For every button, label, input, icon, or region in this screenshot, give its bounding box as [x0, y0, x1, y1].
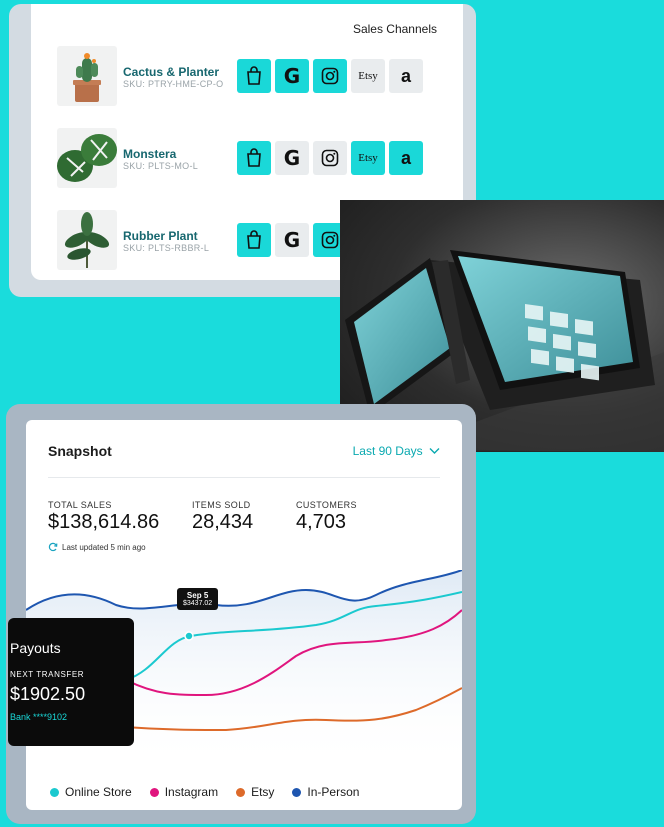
- last-updated: Last updated 5 min ago: [48, 542, 146, 552]
- legend-label: In-Person: [307, 785, 360, 799]
- product-row-cactus[interactable]: Cactus & Planter SKU: PTRY-HME-CP-O G Et…: [57, 46, 457, 108]
- bank-account: Bank ****9102: [10, 712, 68, 722]
- etsy-icon[interactable]: Etsy: [351, 141, 385, 175]
- instagram-dot: [149, 787, 159, 797]
- legend-label: Etsy: [251, 785, 275, 799]
- legend-label: Instagram: [164, 785, 219, 799]
- product-name[interactable]: Monstera: [123, 147, 176, 161]
- items-sold-label: ITEMS SOLD: [192, 500, 251, 510]
- tooltip-date: Sep 5: [186, 591, 209, 600]
- product-sku: SKU: PLTS-RBBR-L: [123, 243, 210, 253]
- in-person-dot: [292, 787, 302, 797]
- cactus-thumbnail: [57, 46, 117, 106]
- legend-item-in-person[interactable]: In-Person: [292, 785, 359, 799]
- snapshot-title: Snapshot: [48, 443, 112, 459]
- date-range-label: Last 90 Days: [352, 444, 423, 458]
- google-icon[interactable]: G: [275, 223, 309, 257]
- product-sku: SKU: PTRY-HME-CP-O: [123, 79, 224, 89]
- total-sales-label: TOTAL SALES: [48, 500, 112, 510]
- instagram-icon[interactable]: [313, 141, 347, 175]
- refresh-icon: [48, 542, 58, 552]
- legend-item-online-store[interactable]: Online Store: [50, 785, 132, 799]
- shopping-bag-icon[interactable]: [237, 223, 271, 257]
- snapshot-card: Snapshot Last 90 Days TOTAL SALES $138,6…: [6, 404, 476, 824]
- amazon-icon[interactable]: a: [389, 59, 423, 93]
- shopping-bag-icon[interactable]: [237, 59, 271, 93]
- product-name[interactable]: Rubber Plant: [123, 229, 198, 243]
- customers-value: 4,703: [296, 511, 347, 533]
- legend-item-etsy[interactable]: Etsy: [236, 785, 274, 799]
- google-icon[interactable]: G: [275, 141, 309, 175]
- legend-item-instagram[interactable]: Instagram: [149, 785, 219, 799]
- etsy-icon[interactable]: Etsy: [351, 59, 385, 93]
- sales-channels-title: Sales Channels: [352, 22, 437, 36]
- tooltip-value: $3437.02: [183, 600, 213, 607]
- chart-tooltip: Sep 5 $3437.02: [177, 588, 219, 610]
- online-store-dot: [50, 787, 59, 797]
- amazon-icon[interactable]: a: [389, 141, 423, 175]
- snapshot-panel: Snapshot Last 90 Days TOTAL SALES $138,6…: [26, 420, 462, 810]
- rubber-plant-thumbnail: [57, 210, 117, 270]
- total-sales-value: $138,614.86: [48, 511, 160, 533]
- chart-legend: Online Store Instagram Etsy In-Person: [50, 785, 359, 799]
- shopping-bag-icon[interactable]: [237, 141, 271, 175]
- payouts-card[interactable]: Payouts NEXT TRANSFER $1902.50 Bank ****…: [8, 618, 134, 746]
- chevron-down-icon: [429, 448, 440, 454]
- customers-label: CUSTOMERS: [296, 500, 357, 510]
- product-row-monstera[interactable]: Monstera SKU: PLTS-MO-L G Etsy a: [57, 128, 457, 190]
- date-range-dropdown[interactable]: Last 90 Days: [353, 444, 440, 458]
- items-sold-value: 28,434: [192, 511, 254, 533]
- google-icon[interactable]: G: [275, 59, 309, 93]
- payout-amount: $1902.50: [10, 684, 86, 704]
- divider: [48, 477, 440, 478]
- payouts-title: Payouts: [10, 640, 61, 656]
- tooltip-point[interactable]: [184, 631, 194, 641]
- next-transfer-label: NEXT TRANSFER: [10, 670, 85, 679]
- last-updated-text: Last updated 5 min ago: [62, 542, 146, 552]
- product-sku: SKU: PLTS-MO-L: [123, 161, 199, 171]
- instagram-icon[interactable]: [313, 59, 347, 93]
- product-name[interactable]: Cactus & Planter: [123, 65, 219, 79]
- monstera-thumbnail: [57, 128, 117, 188]
- legend-label: Online Store: [65, 785, 132, 799]
- etsy-dot: [236, 787, 246, 797]
